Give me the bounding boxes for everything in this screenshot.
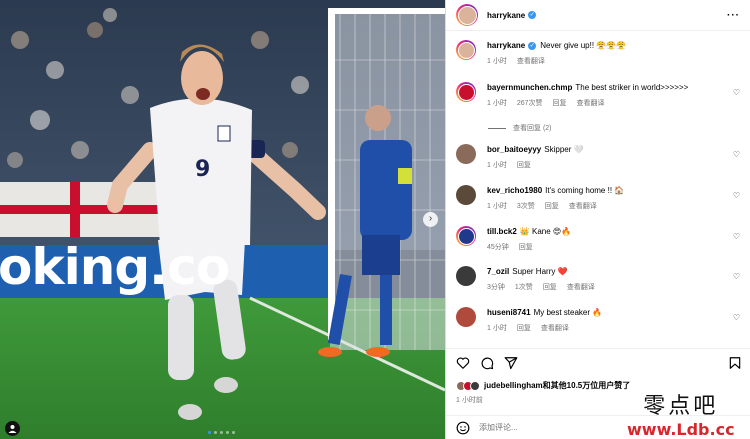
stadium-banner-text: oking.co bbox=[0, 238, 230, 296]
comments-list: harrykane ✓ Never give up!! 😤😤😤 1 小时 查看翻译 … bbox=[446, 32, 750, 352]
post-time: 1 小时前 bbox=[456, 397, 483, 404]
comment-username[interactable]: bayernmunchen.chmp bbox=[487, 83, 572, 92]
svg-text:9: 9 bbox=[195, 157, 210, 182]
reply-link[interactable]: 回复 bbox=[543, 282, 557, 292]
watermark-url: www.Ldb.cc bbox=[627, 420, 735, 439]
comment-time: 1 小时 bbox=[487, 203, 507, 210]
action-bar bbox=[446, 348, 750, 374]
comment-username[interactable]: till.bck2 bbox=[487, 227, 517, 236]
comment-item: bayernmunchen.chmp The best striker in wo… bbox=[456, 82, 746, 108]
caption-avatar[interactable] bbox=[456, 40, 476, 60]
carousel-dot bbox=[232, 431, 235, 434]
reply-link[interactable]: 回复 bbox=[553, 98, 567, 108]
bookmark-icon[interactable] bbox=[728, 356, 742, 370]
verified-badge-icon: ✓ bbox=[528, 11, 537, 19]
view-replies-link[interactable]: 查看回复 (2) bbox=[488, 123, 552, 133]
comment-username[interactable]: bor_baitoeyyy bbox=[487, 145, 541, 154]
translate-link[interactable]: 查看翻译 bbox=[567, 282, 595, 292]
author-username[interactable]: harrykane bbox=[487, 11, 525, 20]
caption-username[interactable]: harrykane bbox=[487, 41, 525, 50]
comment-avatar[interactable] bbox=[456, 185, 476, 205]
more-icon[interactable]: ··· bbox=[727, 10, 740, 21]
caption-time: 1 小时 bbox=[487, 58, 507, 65]
comment-item: till.bck2 👑 Kane 😍🔥 45分钟 回复 ♡ bbox=[456, 226, 746, 252]
heart-icon[interactable]: ♡ bbox=[733, 313, 740, 322]
comment-username[interactable]: kev_richo1980 bbox=[487, 186, 542, 195]
next-arrow-icon[interactable]: › bbox=[423, 212, 438, 227]
liker-avatar bbox=[470, 380, 480, 391]
share-icon[interactable] bbox=[504, 356, 518, 370]
likes-rest-text: 和其他10.5万位用户赞了 bbox=[542, 381, 631, 390]
comment-icon[interactable] bbox=[480, 356, 494, 370]
comment-avatar[interactable] bbox=[456, 82, 476, 102]
tag-user-icon[interactable] bbox=[5, 421, 20, 436]
view-replies-label[interactable]: 查看回复 (2) bbox=[513, 123, 552, 133]
comment-text: 👑 Kane 😍🔥 bbox=[519, 227, 572, 236]
carousel-dot bbox=[220, 431, 223, 434]
comment-time: 45分钟 bbox=[487, 244, 509, 251]
comment-text: Skipper 🤍 bbox=[544, 145, 584, 154]
carousel-dot bbox=[214, 431, 217, 434]
heart-icon[interactable]: ♡ bbox=[733, 150, 740, 159]
comment-likes[interactable]: 267次赞 bbox=[517, 98, 543, 108]
author-avatar[interactable] bbox=[456, 4, 478, 26]
comment-username[interactable]: huseni8741 bbox=[487, 308, 531, 317]
post-header: harrykane ✓ ··· bbox=[446, 0, 750, 31]
heart-icon[interactable]: ♡ bbox=[733, 272, 740, 281]
heart-icon[interactable] bbox=[456, 356, 470, 370]
comment-text: It's coming home !! 🏠 bbox=[545, 186, 625, 195]
post-photo: 9 bbox=[0, 0, 445, 439]
heart-icon[interactable]: ♡ bbox=[733, 232, 740, 241]
carousel-dot bbox=[226, 431, 229, 434]
reply-link[interactable]: 回复 bbox=[517, 323, 531, 333]
liker-username[interactable]: judebellingham bbox=[484, 381, 543, 390]
translate-link[interactable]: 查看翻译 bbox=[541, 323, 569, 333]
comment-time: 1 小时 bbox=[487, 100, 507, 107]
comment-avatar[interactable] bbox=[456, 307, 476, 327]
reply-link[interactable]: 回复 bbox=[545, 201, 559, 211]
heart-icon[interactable]: ♡ bbox=[733, 88, 740, 97]
liker-avatars bbox=[456, 380, 480, 391]
comment-username[interactable]: 7_ozil bbox=[487, 267, 509, 276]
comment-item: bor_baitoeyyy Skipper 🤍 1 小时 回复 ♡ bbox=[456, 144, 746, 170]
comment-input[interactable]: 添加评论... bbox=[479, 422, 518, 433]
comment-time: 3分钟 bbox=[487, 284, 505, 291]
likes-summary[interactable]: judebellingham 和其他10.5万位用户赞了 bbox=[456, 380, 630, 391]
comment-item: huseni8741 My best steaker 🔥 1 小时 回复 查看翻译… bbox=[456, 307, 746, 333]
translate-link[interactable]: 查看翻译 bbox=[577, 98, 605, 108]
caption-text: Never give up!! 😤😤😤 bbox=[540, 41, 627, 50]
comment-avatar[interactable] bbox=[456, 144, 476, 164]
verified-badge-icon: ✓ bbox=[528, 41, 537, 50]
emoji-icon[interactable] bbox=[456, 421, 470, 435]
reply-link[interactable]: 回复 bbox=[517, 160, 531, 170]
heart-icon[interactable]: ♡ bbox=[733, 191, 740, 200]
watermark-chinese: 零点吧 bbox=[643, 394, 719, 419]
carousel-dot-active bbox=[208, 431, 211, 434]
comment-likes[interactable]: 3次赞 bbox=[517, 201, 535, 211]
post-side-panel: harrykane ✓ ··· harrykane ✓ Never give up!… bbox=[445, 0, 750, 439]
comment-item: 7_ozil Super Harry ❤️ 3分钟 1次赞 回复 查看翻译 ♡ bbox=[456, 266, 746, 292]
comment-text: My best steaker 🔥 bbox=[533, 308, 603, 317]
carousel-dots bbox=[208, 431, 235, 434]
comment-item: kev_richo1980 It's coming home !! 🏠 1 小时 … bbox=[456, 185, 746, 211]
comment-likes[interactable]: 1次赞 bbox=[515, 282, 533, 292]
comment-avatar[interactable] bbox=[456, 266, 476, 286]
translate-link[interactable]: 查看翻译 bbox=[517, 56, 545, 66]
caption-item: harrykane ✓ Never give up!! 😤😤😤 1 小时 查看翻译 bbox=[456, 40, 746, 66]
comment-text: Super Harry ❤️ bbox=[512, 267, 568, 276]
comment-time: 1 小时 bbox=[487, 325, 507, 332]
comment-avatar[interactable] bbox=[456, 226, 476, 246]
replies-divider bbox=[488, 127, 506, 129]
site-watermark: 零点吧 www.Ldb.cc bbox=[627, 388, 735, 439]
reply-link[interactable]: 回复 bbox=[519, 242, 533, 252]
translate-link[interactable]: 查看翻译 bbox=[569, 201, 597, 211]
comment-text: The best striker in world>>>>>> bbox=[575, 83, 689, 92]
post-media[interactable]: 9 oking.co › bbox=[0, 0, 445, 439]
comment-time: 1 小时 bbox=[487, 162, 507, 169]
